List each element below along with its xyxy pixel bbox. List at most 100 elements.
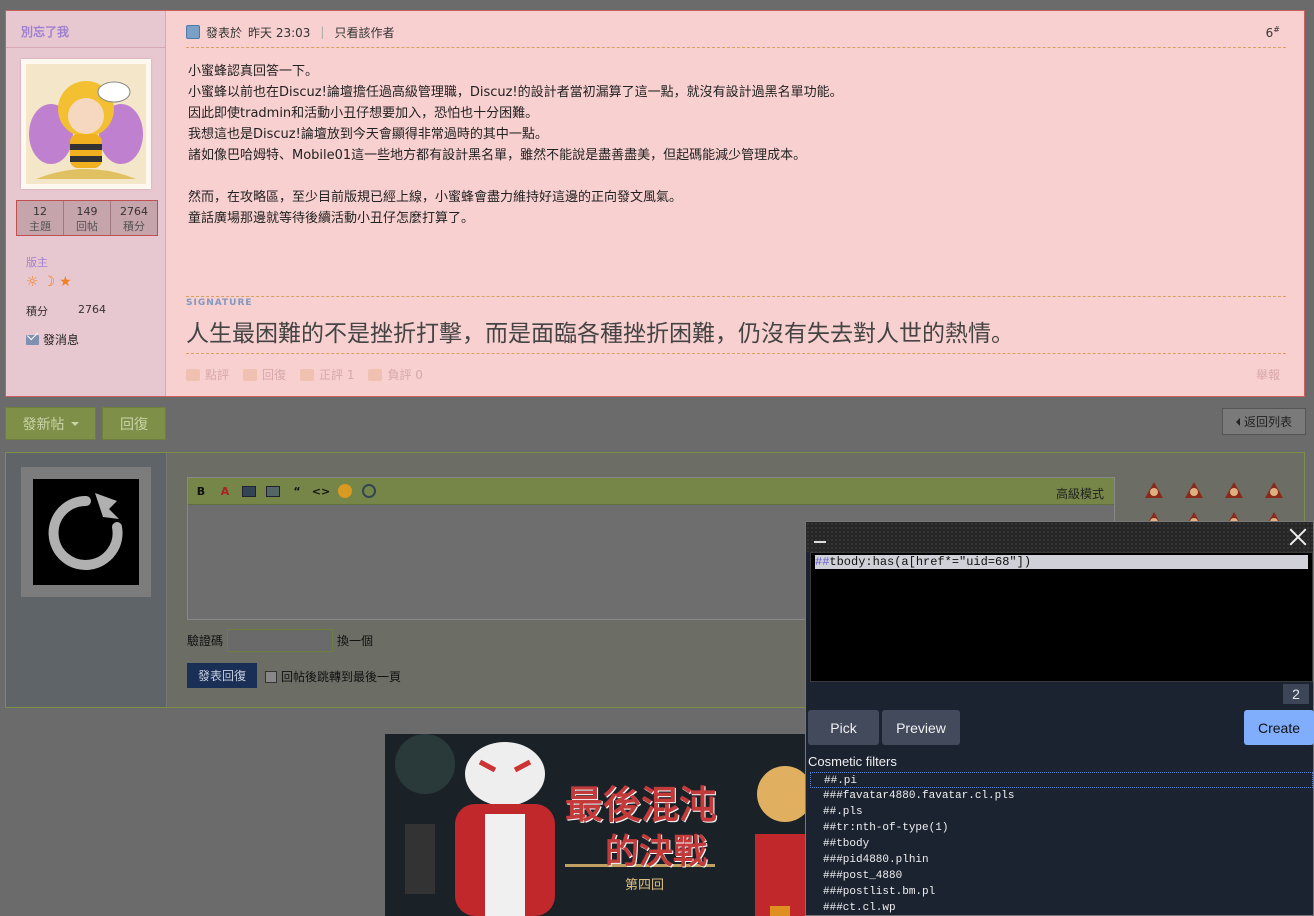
chevron-left-icon — [1235, 417, 1240, 426]
only-author-link[interactable]: 只看該作者 — [334, 24, 394, 41]
content-line: 因此即使tradmin和活動小丑仔想要加入，恐怕也十分困難。 — [188, 106, 539, 121]
signature-label: SIGNATURE — [186, 298, 253, 308]
author-rank[interactable]: 版主 — [26, 254, 48, 270]
smiley-icon[interactable] — [1264, 481, 1284, 499]
star-icon: ★ — [59, 274, 72, 290]
captcha-label: 驗證碼 — [187, 634, 224, 648]
banner-title-line2: 的決戰 — [605, 832, 707, 872]
my-avatar[interactable] — [21, 467, 151, 597]
smiley-icon[interactable] — [1224, 481, 1244, 499]
captcha-row: 驗證碼 換一個 — [187, 629, 373, 652]
smiley-icon[interactable] — [1144, 481, 1164, 499]
content-line: 諸如像巴哈姆特、Mobile01這一些地方都有設計黑名單，雖然不能說是盡善盡美，… — [188, 148, 807, 163]
filter-candidate[interactable]: ###pid4880.plhin — [810, 852, 1313, 868]
create-button[interactable]: Create — [1244, 710, 1314, 745]
filter-line: ##tbody:has(a[href*="uid=68"]) — [815, 555, 1308, 569]
thumbs-up-icon — [300, 368, 315, 381]
stat-label: 回帖 — [76, 220, 98, 233]
sun-icon: ☼ — [26, 274, 39, 290]
filter-candidate[interactable]: ##tr:nth-of-type(1) — [810, 820, 1313, 836]
match-count-badge: 2 — [1283, 684, 1309, 704]
quote-icon[interactable]: “ — [290, 484, 304, 498]
thumbs-down-icon — [368, 368, 383, 381]
author-stats: 12 主題 149 回帖 2764 積分 — [16, 200, 158, 236]
report-link[interactable]: 舉報 — [1256, 366, 1280, 383]
meta-divider — [186, 47, 1286, 48]
stat-replies[interactable]: 149 回帖 — [64, 201, 111, 235]
posted-time: 昨天 23:03 — [248, 25, 311, 40]
content-line — [188, 166, 843, 187]
stat-value: 2764 — [120, 205, 148, 218]
banner-subtitle: 第四回 — [625, 878, 665, 893]
content-line: 童話廣場那邊就等待後續活動小丑仔怎麼打算了。 — [188, 211, 475, 226]
rate-label: 點評 — [205, 368, 230, 382]
divider — [6, 47, 166, 48]
reply-label: 回復 — [262, 368, 287, 382]
content-line: 小蜜蜂以前也在Discuz!論壇擔任過高級管理職，Discuz!的設計者當初漏算… — [188, 85, 843, 100]
author-credit: 積分 2764 — [26, 303, 106, 319]
reply-button[interactable]: 回復 — [243, 366, 286, 383]
submit-reply-button[interactable]: 發表回復 — [187, 663, 257, 688]
post-6: 別忘了我 12 主題 149 回帖 2764 積分 版主 ☼ ☽ ★ 積分 27… — [5, 10, 1305, 397]
rate-button[interactable]: 點評 — [186, 366, 229, 383]
cosmetic-filters-heading: Cosmetic filters — [808, 754, 897, 769]
image-icon[interactable] — [242, 485, 256, 497]
author-name[interactable]: 別忘了我 — [21, 23, 69, 40]
reply-thread-button[interactable]: 回復 — [102, 407, 166, 440]
advanced-mode-link[interactable]: 高級模式 — [1056, 485, 1104, 502]
stat-value: 149 — [76, 205, 98, 218]
link-icon[interactable] — [266, 485, 280, 497]
floor-mark: # — [1273, 25, 1280, 34]
floor-number[interactable]: 6# — [1266, 25, 1280, 40]
filter-candidate[interactable]: ###postlist.bm.pl — [810, 884, 1313, 900]
jump-checkbox[interactable] — [265, 670, 277, 683]
filter-candidate[interactable]: ##.pi — [810, 772, 1313, 788]
new-thread-label: 發新帖 — [22, 416, 65, 433]
jump-to-last-page-option[interactable]: 回帖後跳轉到最後一頁 — [265, 668, 401, 685]
jump-label: 回帖後跳轉到最後一頁 — [281, 670, 402, 684]
filter-text: tbody:has(a[href*="uid=68"]) — [829, 555, 1032, 569]
new-thread-button[interactable]: 發新帖 — [5, 407, 96, 440]
credit-value: 2764 — [78, 303, 106, 316]
reply-icon — [243, 368, 258, 381]
captcha-refresh-link[interactable]: 換一個 — [337, 632, 373, 649]
event-banner[interactable]: 最後混沌 的決戰 第四回 — [385, 734, 806, 916]
support-button[interactable]: 正評 1 — [300, 366, 354, 383]
code-icon[interactable]: <> — [312, 484, 330, 498]
filter-hash: ## — [815, 555, 830, 569]
picker-header[interactable] — [806, 522, 1313, 552]
filter-candidate[interactable]: ###favatar4880.favatar.cl.pls — [810, 788, 1313, 804]
close-icon[interactable] — [1289, 528, 1307, 546]
bold-icon[interactable]: B — [194, 484, 208, 498]
envelope-icon — [26, 334, 39, 345]
minimize-icon[interactable] — [814, 541, 826, 543]
stat-label: 主題 — [29, 220, 51, 233]
filter-textarea[interactable]: ##tbody:has(a[href*="uid=68"]) — [810, 552, 1313, 682]
signature-divider — [186, 296, 1286, 297]
filter-candidate[interactable]: ###ct.cl.wp — [810, 900, 1313, 916]
filter-candidate[interactable]: ##.pls — [810, 804, 1313, 820]
smiley-icon[interactable] — [338, 484, 352, 498]
rate-icon — [186, 368, 200, 381]
cosmetic-filters-list: ##.pi ###favatar4880.favatar.cl.pls ##.p… — [810, 772, 1313, 916]
stat-credits[interactable]: 2764 積分 — [111, 201, 157, 235]
preview-button[interactable]: Preview — [882, 710, 960, 745]
dragon-logo-image — [33, 479, 139, 585]
rank-icons: ☼ ☽ ★ — [26, 274, 72, 290]
send-message-link[interactable]: 發消息 — [26, 331, 79, 348]
captcha-input[interactable] — [227, 629, 334, 652]
back-to-list-button[interactable]: 返回列表 — [1222, 408, 1306, 435]
filter-candidate[interactable]: ###post_4880 — [810, 868, 1313, 884]
attachment-icon[interactable] — [359, 481, 379, 501]
back-to-list-label: 返回列表 — [1243, 415, 1292, 429]
filter-candidate[interactable]: ##tbody — [810, 836, 1313, 852]
stat-threads[interactable]: 12 主題 — [17, 201, 64, 235]
author-avatar[interactable] — [21, 59, 151, 189]
font-color-icon[interactable]: A — [218, 484, 232, 498]
pick-button[interactable]: Pick — [808, 710, 879, 745]
content-line: 小蜜蜂認真回答一下。 — [188, 64, 319, 79]
oppose-button[interactable]: 負評 0 — [368, 366, 423, 383]
reply-user-sidebar — [6, 453, 167, 707]
post-actions: 點評 回復 正評 1 負評 0 — [186, 366, 423, 383]
smiley-icon[interactable] — [1184, 481, 1204, 499]
